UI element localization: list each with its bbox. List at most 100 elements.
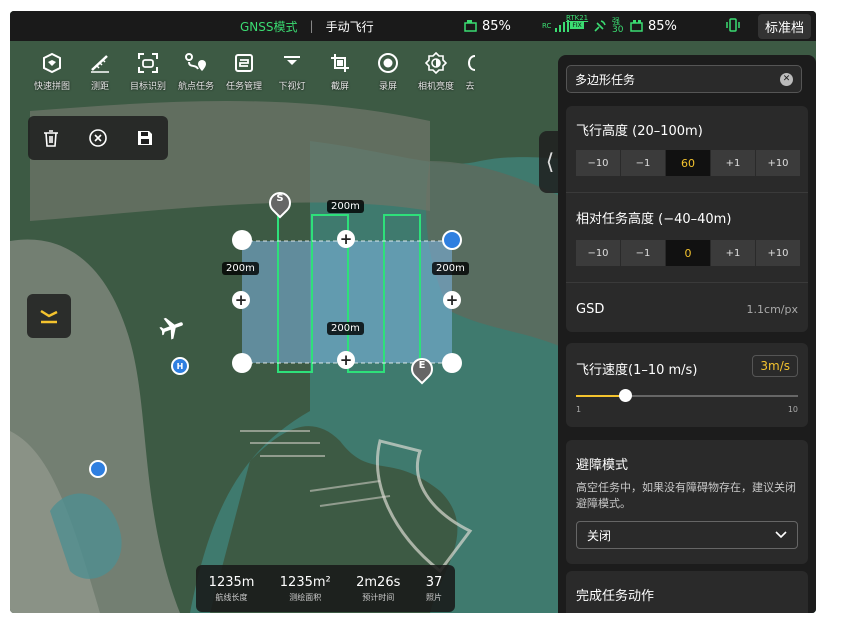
slider-max: 10	[787, 405, 798, 414]
rc-battery-icon	[630, 20, 643, 32]
tool-waypoint-mission[interactable]: 航点任务	[172, 51, 220, 101]
altitude-plus10-button[interactable]: +10	[756, 150, 801, 176]
tool-label: 任务管理	[225, 82, 262, 92]
stat-label: 测绘面积	[289, 592, 322, 602]
aircraft-battery-icon	[464, 20, 477, 32]
close-circle-icon	[89, 129, 107, 147]
distance-label-bottom: 200m	[327, 322, 364, 335]
landing-icon	[40, 309, 58, 324]
tool-label: 录屏	[378, 82, 397, 92]
cancel-button[interactable]	[83, 123, 113, 153]
screenshot-icon	[328, 51, 352, 75]
tool-label: 相机亮度	[417, 82, 454, 92]
stat-value: 1235m	[208, 574, 255, 590]
status-bar: GNSS模式 | 手动飞行 85% RC RTK21 FIX 强 30 85%	[10, 11, 816, 41]
add-vertex-icon[interactable]: +	[443, 291, 461, 309]
flight-mode-status[interactable]: GNSS模式 | 手动飞行	[240, 18, 374, 35]
speed-slider[interactable]: 1 10	[576, 383, 798, 414]
divider	[566, 282, 808, 283]
tool-more[interactable]: 去	[460, 51, 480, 101]
satellite-count: 30	[612, 25, 624, 35]
top-toolbar: 快速拼图 测距 目标识别 航点任务 任务管理 下视灯 截屏 录屏 相机亮度 去	[28, 51, 480, 101]
divider	[566, 192, 808, 193]
gsd-row: GSD 1.1cm/px	[576, 302, 798, 317]
home-point-icon: H	[171, 357, 189, 375]
trash-icon	[44, 130, 59, 147]
relative-altitude-title: 相对任务高度 (−40–40m)	[576, 212, 732, 227]
flight-profile-button[interactable]: 标准档	[758, 13, 812, 39]
waypoint-mission-icon	[184, 51, 208, 75]
rel-altitude-minus10-button[interactable]: −10	[576, 240, 621, 266]
tool-label: 去	[465, 82, 475, 92]
tool-quick-stitch[interactable]: 快速拼图	[28, 51, 76, 101]
mission-stats: 1235m 航线长度 1235m² 测绘面积 2m26s 预计时间 37 照片	[196, 565, 455, 612]
rel-altitude-plus1-button[interactable]: +1	[711, 240, 756, 266]
speed-value[interactable]: 3m/s	[752, 355, 798, 377]
flight-mode: 手动飞行	[325, 19, 374, 34]
satellite-status: 强 30	[592, 17, 623, 35]
task-name-value: 多边形任务	[575, 72, 636, 87]
tool-label: 快速拼图	[33, 82, 70, 92]
aircraft-icon	[159, 317, 183, 340]
rtk-label: RTK21	[566, 14, 589, 22]
rel-altitude-value[interactable]: 0	[666, 240, 711, 266]
altitude-card: 飞行高度 (20–100m) −10 −1 60 +1 +10 相对任务高度 (…	[566, 106, 808, 332]
slider-thumb[interactable]	[619, 389, 632, 402]
altitude-title: 飞行高度 (20–100m)	[576, 124, 703, 139]
speed-title: 飞行速度(1–10 m/s)	[576, 363, 698, 378]
clear-icon[interactable]: ✕	[780, 72, 793, 86]
rel-altitude-plus10-button[interactable]: +10	[756, 240, 801, 266]
finish-action-title: 完成任务动作	[576, 589, 655, 604]
delete-button[interactable]	[36, 123, 66, 153]
polygon-vertex[interactable]	[232, 230, 252, 250]
speed-card: 飞行速度(1–10 m/s) 3m/s 1 10	[566, 343, 808, 427]
altitude-minus10-button[interactable]: −10	[576, 150, 621, 176]
stat-value: 2m26s	[356, 574, 401, 590]
altitude-plus1-button[interactable]: +1	[711, 150, 756, 176]
altitude-minus1-button[interactable]: −1	[621, 150, 666, 176]
slider-fill	[576, 395, 625, 397]
status-separator: |	[309, 19, 314, 33]
avoidance-mode-select[interactable]: 关闭	[576, 521, 798, 549]
task-name-input[interactable]: 多边形任务 ✕	[566, 65, 802, 93]
measure-icon	[88, 51, 112, 75]
takeoff-land-button[interactable]	[27, 294, 71, 338]
polygon-edit-tools	[28, 116, 168, 160]
quick-stitch-icon	[40, 51, 64, 75]
aircraft-battery: 85%	[464, 19, 511, 34]
chevron-down-icon	[775, 531, 787, 539]
polygon-vertex[interactable]	[232, 353, 252, 373]
stat-value: 1235m²	[279, 574, 331, 590]
altitude-stepper: −10 −1 60 +1 +10	[576, 150, 801, 176]
add-vertex-icon[interactable]: +	[232, 291, 250, 309]
avoidance-card: 避障模式 高空任务中，如果没有障碍物存在，建议关闭避障模式。 关闭	[566, 440, 808, 564]
rc-label: RC	[542, 22, 552, 30]
down-light-icon	[280, 51, 304, 75]
rtk-fix: FIX	[570, 22, 584, 29]
rel-altitude-minus1-button[interactable]: −1	[621, 240, 666, 266]
polygon-vertex-selected[interactable]	[442, 230, 462, 250]
tool-measure[interactable]: 测距	[76, 51, 124, 101]
tool-camera-brightness[interactable]: 相机亮度	[412, 51, 460, 101]
gsd-label: GSD	[576, 302, 605, 317]
tool-down-light[interactable]: 下视灯	[268, 51, 316, 101]
altitude-value[interactable]: 60	[666, 150, 711, 176]
tool-label: 测距	[90, 82, 109, 92]
tool-record[interactable]: 录屏	[364, 51, 412, 101]
hospital-poi-icon	[89, 460, 107, 478]
rtk-status: RTK21 FIX	[566, 14, 588, 29]
save-button[interactable]	[130, 123, 160, 153]
tool-mission-manage[interactable]: 任务管理	[220, 51, 268, 101]
more-icon	[458, 51, 482, 75]
relative-altitude-stepper: −10 −1 0 +1 +10	[576, 240, 801, 266]
gnss-mode: GNSS模式	[240, 19, 298, 34]
tool-screenshot[interactable]: 截屏	[316, 51, 364, 101]
target-recognition-icon	[136, 51, 160, 75]
start-marker-label: S	[276, 193, 284, 204]
polygon-vertex[interactable]	[442, 353, 462, 373]
record-icon	[376, 51, 400, 75]
add-vertex-icon[interactable]: +	[337, 351, 355, 369]
add-vertex-icon[interactable]: +	[337, 230, 355, 248]
tool-target-recognition[interactable]: 目标识别	[124, 51, 172, 101]
mission-settings-panel: 多边形任务 ✕ 飞行高度 (20–100m) −10 −1 60 +1 +10 …	[558, 55, 816, 613]
